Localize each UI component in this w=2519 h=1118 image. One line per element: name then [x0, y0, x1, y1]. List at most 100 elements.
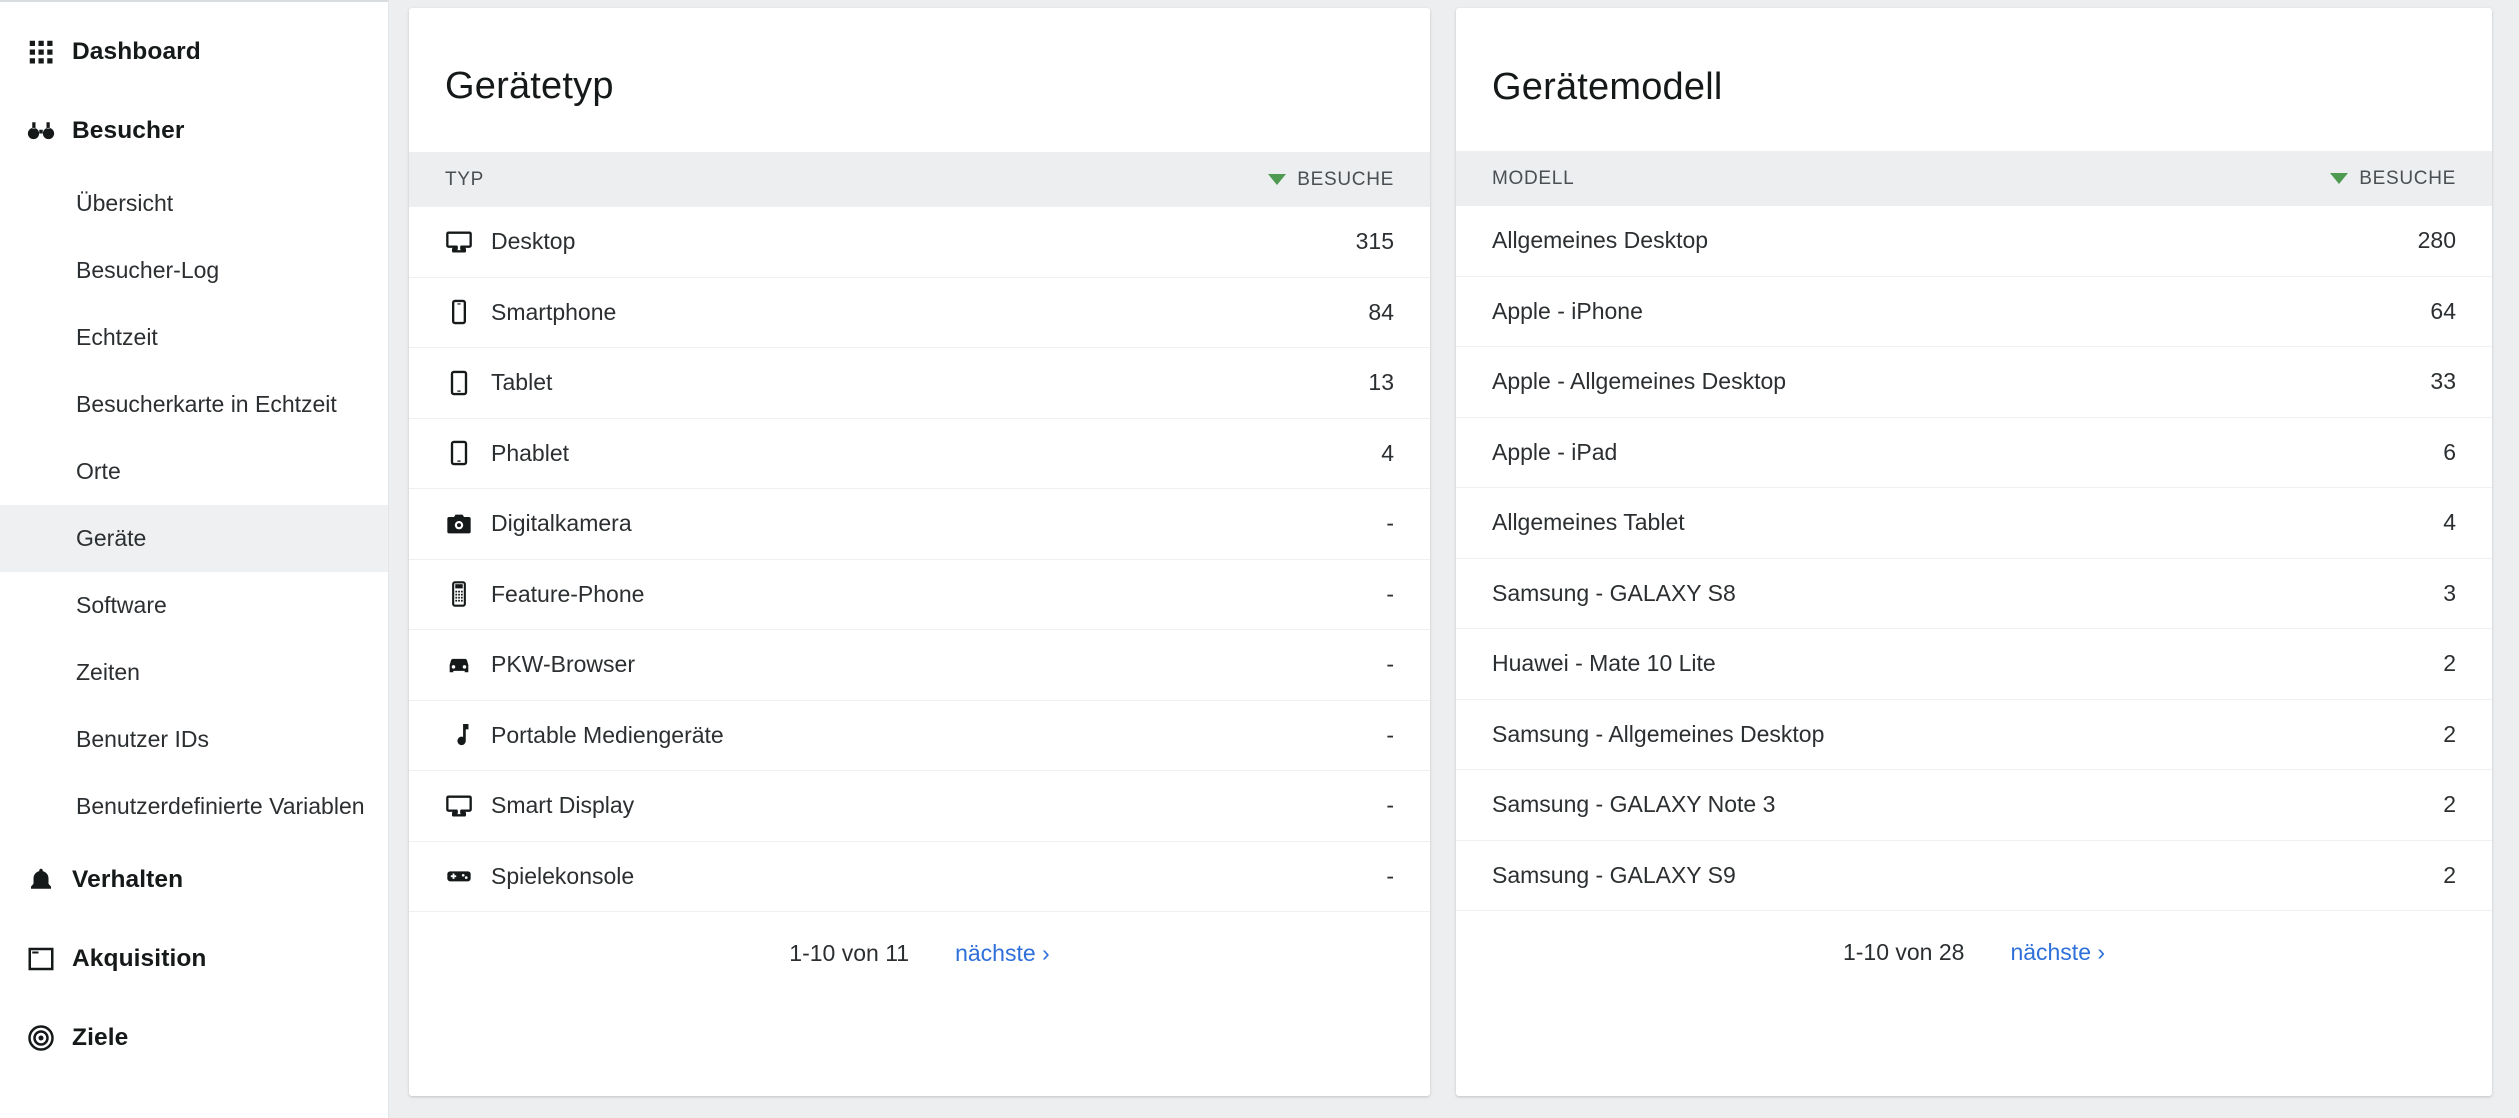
- table-row[interactable]: Smartphone 84: [409, 278, 1430, 348]
- table-row[interactable]: Spielekonsole -: [409, 842, 1430, 912]
- report-card-device-type: Gerätetyp TYP BESUCHE Desktop 315 Smartphone 8…: [409, 8, 1430, 1096]
- sidebar-item-dashboard[interactable]: Dashboard: [0, 12, 388, 91]
- sidebar-item-orte[interactable]: Orte: [0, 438, 388, 505]
- sidebar-item-ziele[interactable]: Ziele: [0, 998, 388, 1077]
- sidebar-subitem-label: Orte: [76, 458, 121, 485]
- pagination-range: 1-10 von 28: [1842, 938, 1965, 965]
- row-value: 2: [2443, 861, 2456, 888]
- sidebar-item-übersicht[interactable]: Übersicht: [0, 170, 388, 237]
- table-row[interactable]: Digitalkamera -: [409, 489, 1430, 560]
- row-value: 13: [1368, 369, 1394, 396]
- table-header-row: MODELL BESUCHE: [1456, 151, 2492, 206]
- table-row[interactable]: Allgemeines Tablet 4: [1456, 488, 2492, 559]
- table-row[interactable]: Samsung - GALAXY S8 3: [1456, 559, 2492, 629]
- car-icon: [445, 651, 483, 679]
- row-value: 33: [2430, 368, 2456, 395]
- row-label: Feature-Phone: [491, 580, 645, 607]
- sidebar-group-label: Ziele: [72, 1023, 129, 1051]
- sidebar-item-verhalten[interactable]: Verhalten: [0, 840, 388, 919]
- row-value: -: [1386, 792, 1394, 819]
- row-value: 84: [1368, 298, 1394, 325]
- row-label: Samsung - GALAXY S9: [1492, 861, 1736, 888]
- table-row[interactable]: Smart Display -: [409, 771, 1430, 842]
- table-row[interactable]: Samsung - Allgemeines Desktop 2: [1456, 700, 2492, 770]
- page-title: Gerätemodell: [1492, 66, 1723, 108]
- row-value: 4: [1381, 439, 1394, 466]
- smartphone-icon: [445, 298, 483, 326]
- sidebar-item-echtzeit[interactable]: Echtzeit: [0, 304, 388, 371]
- pagination-next-link[interactable]: nächste ›: [2010, 939, 2105, 966]
- table-row[interactable]: Apple - Allgemeines Desktop 33: [1456, 347, 2492, 418]
- row-value: -: [1386, 862, 1394, 889]
- table-row[interactable]: Tablet 13: [409, 348, 1430, 419]
- row-value: 2: [2443, 720, 2456, 747]
- table-row[interactable]: Apple - iPhone 64: [1456, 277, 2492, 347]
- sort-descending-icon: [2330, 173, 2349, 184]
- camera-icon: [445, 510, 483, 538]
- row-label: Digitalkamera: [491, 510, 632, 537]
- table-row[interactable]: Desktop 315: [409, 207, 1430, 278]
- row-label: Samsung - GALAXY Note 3: [1492, 791, 1776, 818]
- column-header-dimension[interactable]: TYP: [445, 169, 1268, 191]
- row-value: 64: [2430, 297, 2456, 324]
- row-value: -: [1386, 721, 1394, 748]
- row-label: Smart Display: [491, 792, 635, 819]
- row-value: 2: [2443, 650, 2456, 677]
- row-value: -: [1386, 580, 1394, 607]
- sidebar-item-benutzer-ids[interactable]: Benutzer IDs: [0, 706, 388, 773]
- sidebar-group-label: Besucher: [72, 116, 185, 144]
- page-title: Gerätetyp: [445, 65, 614, 107]
- row-label: Allgemeines Desktop: [1492, 227, 1709, 254]
- phablet-icon: [445, 439, 483, 467]
- table-row[interactable]: Apple - iPad 6: [1456, 418, 2492, 488]
- row-label: PKW-Browser: [491, 651, 635, 678]
- sidebar-item-akquisition[interactable]: Akquisition: [0, 919, 388, 998]
- column-header-visits[interactable]: BESUCHE: [2330, 168, 2456, 190]
- table-row[interactable]: PKW-Browser -: [409, 630, 1430, 701]
- table-row[interactable]: Samsung - GALAXY S9 2: [1456, 841, 2492, 911]
- sidebar-item-geräte[interactable]: Geräte: [0, 505, 388, 572]
- row-label: Spielekonsole: [491, 862, 635, 889]
- sidebar-subitem-label: Echtzeit: [76, 324, 158, 351]
- row-label: Allgemeines Tablet: [1492, 509, 1685, 536]
- sidebar-item-zeiten[interactable]: Zeiten: [0, 639, 388, 706]
- sidebar-group-label: Akquisition: [72, 944, 207, 972]
- grid-icon: [26, 37, 66, 67]
- row-value: 3: [2443, 579, 2456, 606]
- row-label: Desktop: [491, 228, 576, 255]
- table-row[interactable]: Phablet 4: [409, 419, 1430, 489]
- sidebar-item-benutzerdefinierte-variablen[interactable]: Benutzerdefinierte Variablen: [0, 773, 388, 840]
- column-header-visits-label: BESUCHE: [1297, 168, 1394, 190]
- row-value: 4: [2443, 509, 2456, 536]
- sidebar-item-besucher[interactable]: Besucher: [0, 91, 388, 170]
- smart-display-icon: [445, 792, 483, 820]
- sidebar-group-besucher: Besucher Übersicht Besucher-Log Echtzeit Bes…: [0, 91, 388, 840]
- sidebar-item-besucher-log[interactable]: Besucher-Log: [0, 237, 388, 304]
- tablet-icon: [445, 369, 483, 397]
- pagination-next-link[interactable]: nächste ›: [955, 940, 1050, 967]
- column-header-visits[interactable]: BESUCHE: [1268, 169, 1394, 191]
- sidebar-subitem-label: Übersicht: [76, 190, 174, 217]
- row-label: Apple - Allgemeines Desktop: [1492, 368, 1787, 395]
- row-value: -: [1386, 651, 1394, 678]
- table-header-row: TYP BESUCHE: [409, 152, 1430, 207]
- sidebar-group-label: Verhalten: [72, 865, 184, 893]
- row-label: Apple - iPhone: [1492, 297, 1643, 324]
- report-table: TYP BESUCHE Desktop 315 Smartphone 84 Tablet 13…: [409, 108, 1430, 912]
- table-row[interactable]: Samsung - GALAXY Note 3 2: [1456, 770, 2492, 841]
- sidebar-group-ziele: Ziele: [0, 998, 388, 1077]
- sidebar-item-besucherkarte-in-echtzeit[interactable]: Besucherkarte in Echtzeit: [0, 371, 388, 438]
- sidebar-subitem-label: Zeiten: [76, 659, 140, 686]
- column-header-dimension[interactable]: MODELL: [1492, 168, 2330, 190]
- table-row[interactable]: Portable Mediengeräte -: [409, 701, 1430, 771]
- table-row[interactable]: Huawei - Mate 10 Lite 2: [1456, 629, 2492, 700]
- desktop-icon: [445, 228, 483, 256]
- row-label: Samsung - Allgemeines Desktop: [1492, 720, 1825, 747]
- table-row[interactable]: Feature-Phone -: [409, 560, 1430, 630]
- column-header-visits-label: BESUCHE: [2359, 167, 2456, 189]
- table-row[interactable]: Allgemeines Desktop 280: [1456, 206, 2492, 277]
- row-value: 6: [2443, 438, 2456, 465]
- sidebar-item-software[interactable]: Software: [0, 572, 388, 639]
- target-icon: [26, 1023, 66, 1053]
- report-card-device-model: Gerätemodell MODELL BESUCHE Allgemeines Des…: [1456, 8, 2492, 1096]
